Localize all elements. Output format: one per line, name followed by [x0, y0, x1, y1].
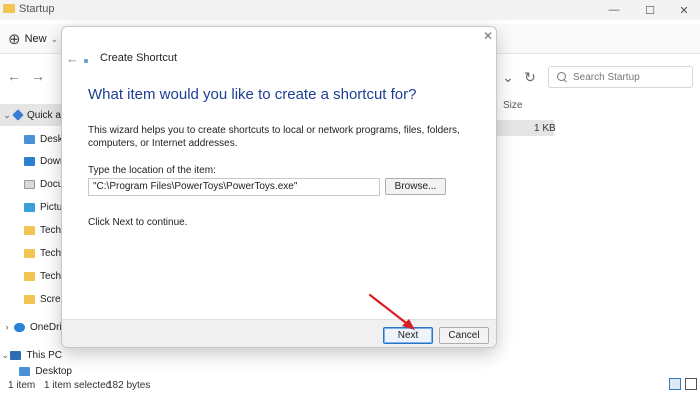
plus-icon: ⊕: [8, 30, 21, 48]
download-icon: [24, 156, 35, 166]
file-size-cell: 1 KB: [534, 123, 556, 134]
picture-icon: [24, 202, 35, 212]
status-size: 182 bytes: [107, 380, 151, 391]
sidebar-item-label: Desktop: [35, 366, 72, 376]
close-window-button[interactable]: ✕: [666, 0, 700, 20]
sidebar-item-label: This PC: [26, 349, 62, 361]
desktop-icon: [19, 366, 31, 376]
back-arrow-icon[interactable]: ←: [66, 51, 79, 66]
shortcut-icon: [84, 59, 88, 63]
search-placeholder: Search Startup: [573, 71, 640, 83]
location-input[interactable]: "C:\Program Files\PowerToys\PowerToys.ex…: [88, 178, 380, 196]
dialog-description: This wizard helps you to create shortcut…: [88, 125, 460, 149]
create-shortcut-dialog: ✕ ← Create Shortcut What item would you …: [61, 26, 497, 348]
pc-icon: [10, 350, 22, 360]
folder-icon: [24, 248, 35, 258]
sidebar-item-this-pc[interactable]: ⌄ This PC: [0, 344, 62, 366]
sidebar-item-label: Docu: [40, 178, 64, 190]
folder-icon: [24, 225, 35, 235]
folder-icon: [24, 294, 35, 304]
dialog-heading: What item would you like to create a sho…: [88, 86, 417, 103]
navigation-pane: ⌄ Quick a Deskt Down Docu Pictur Techv T…: [0, 100, 72, 376]
refresh-icon[interactable]: ↻: [519, 66, 541, 88]
status-item-count: 1 item: [8, 380, 36, 391]
sidebar-item-quick-access[interactable]: ⌄ Quick a: [0, 104, 62, 126]
cloud-icon: [14, 322, 25, 332]
close-icon[interactable]: ✕: [480, 28, 496, 44]
new-button-label: New: [24, 33, 47, 45]
explorer-titlebar: Startup — ☐ ✕: [0, 0, 700, 20]
column-header-size[interactable]: Size: [503, 100, 522, 111]
sidebar-item-label: OneDri: [30, 321, 62, 333]
window-title: Startup: [19, 3, 55, 15]
search-input[interactable]: Search Startup: [548, 66, 693, 88]
chevron-right-icon[interactable]: ›: [0, 322, 14, 332]
tiles-view-icon[interactable]: [685, 378, 697, 390]
sidebar-item-desktop[interactable]: Desktop: [10, 366, 72, 376]
forward-arrow-icon[interactable]: →: [31, 68, 45, 84]
status-bar: 1 item 1 item selected 182 bytes: [0, 376, 700, 394]
annotation-arrow-icon: [368, 293, 415, 330]
maximize-button[interactable]: ☐: [632, 0, 668, 20]
folder-icon: [24, 271, 35, 281]
sidebar-item-onedrive[interactable]: › OneDri: [0, 316, 62, 338]
browse-button[interactable]: Browse...: [385, 178, 446, 195]
status-selected: 1 item selected: [44, 380, 112, 391]
details-view-icon[interactable]: [669, 378, 681, 390]
minimize-button[interactable]: —: [596, 0, 632, 20]
document-icon: [24, 179, 35, 189]
sidebar-item-label: Quick a: [27, 109, 61, 121]
continue-hint: Click Next to continue.: [88, 217, 188, 228]
desktop-icon: [24, 134, 35, 144]
chevron-down-icon[interactable]: ⌄: [0, 350, 10, 361]
chevron-down-icon: ⌄: [50, 33, 59, 44]
chevron-down-icon[interactable]: ⌄: [497, 66, 519, 88]
dialog-title: Create Shortcut: [100, 52, 178, 64]
cancel-button[interactable]: Cancel: [439, 327, 489, 344]
search-icon: [557, 72, 567, 82]
location-label: Type the location of the item:: [88, 165, 216, 176]
new-button[interactable]: ⊕ New ⌄: [8, 30, 58, 48]
back-arrow-icon[interactable]: ←: [7, 68, 21, 84]
star-icon: [12, 109, 24, 121]
folder-icon: [3, 4, 15, 13]
